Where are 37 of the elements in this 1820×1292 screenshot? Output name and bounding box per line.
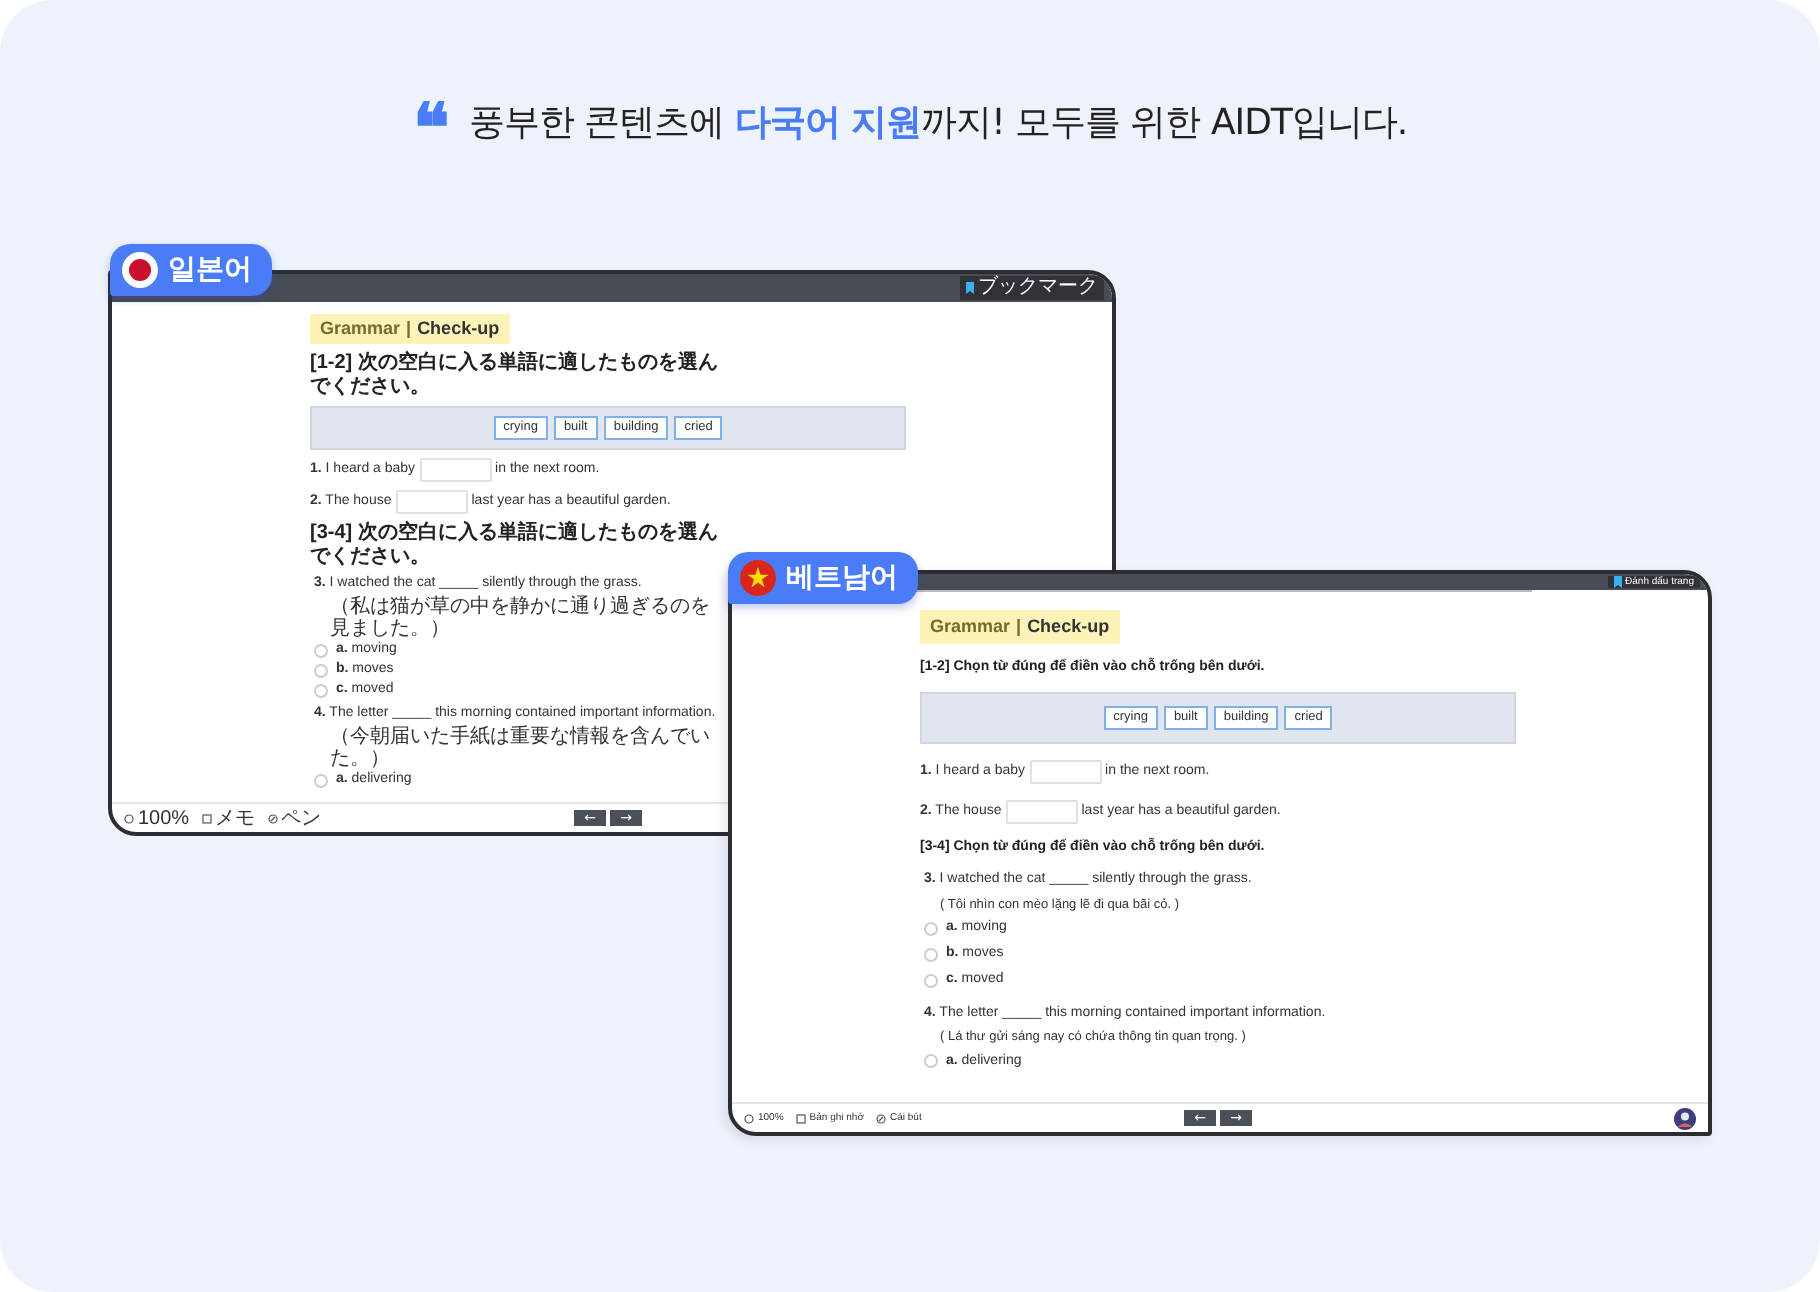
answer-box[interactable] bbox=[1005, 800, 1078, 825]
pen-button[interactable]: ペン bbox=[267, 804, 322, 832]
language-label: 일본어 bbox=[168, 252, 252, 288]
lesson-title-label: Grammar | Check-up bbox=[310, 314, 510, 345]
pen-icon bbox=[875, 1113, 886, 1123]
instruction-text: [1-2] 次の空白に入る単語に適したものを選んでください。 bbox=[310, 352, 720, 399]
pen-icon bbox=[267, 813, 278, 823]
vietnam-flag-icon bbox=[740, 560, 776, 596]
answer-box[interactable] bbox=[1029, 760, 1102, 785]
zoom-icon bbox=[124, 813, 134, 823]
language-label: 베트남어 bbox=[786, 560, 898, 596]
zoom-icon bbox=[744, 1113, 754, 1123]
answer-box[interactable] bbox=[419, 458, 492, 483]
quote-icon: ❝ bbox=[412, 96, 449, 148]
bookmark-icon bbox=[966, 282, 974, 294]
zoom-button[interactable]: 100% bbox=[124, 807, 190, 829]
radio-button[interactable] bbox=[924, 947, 938, 962]
radio-button[interactable] bbox=[924, 1054, 938, 1069]
translation-text: （今朝届いた手紙は重要な情報を含んでいた。） bbox=[328, 726, 712, 771]
lesson-title-label: Grammar | Check-up bbox=[920, 610, 1120, 645]
radio-button[interactable] bbox=[314, 644, 328, 658]
radio-button[interactable] bbox=[314, 774, 328, 788]
headline-text: 풍부한 콘텐츠에 다국어 지원까지! 모두를 위한 AIDT입니다. bbox=[468, 100, 1408, 146]
radio-button[interactable] bbox=[924, 973, 938, 988]
radio-button[interactable] bbox=[314, 683, 328, 697]
memo-button[interactable]: メモ bbox=[201, 804, 256, 832]
japan-flag-icon bbox=[122, 252, 158, 288]
avatar-icon[interactable] bbox=[1674, 1107, 1696, 1129]
radio-button[interactable] bbox=[924, 922, 938, 937]
translation-text: （私は猫が草の中を静かに通り過ぎるのを見ました。） bbox=[328, 596, 712, 641]
bookmark-icon bbox=[1613, 576, 1622, 588]
instruction-text: [3-4] 次の空白に入る単語に適したものを選んでください。 bbox=[310, 522, 720, 569]
bookmark-button[interactable]: ブックマーク bbox=[960, 276, 1104, 300]
memo-icon bbox=[795, 1113, 806, 1123]
memo-icon bbox=[201, 813, 212, 823]
answer-box[interactable] bbox=[395, 490, 468, 515]
radio-button[interactable] bbox=[314, 663, 328, 678]
